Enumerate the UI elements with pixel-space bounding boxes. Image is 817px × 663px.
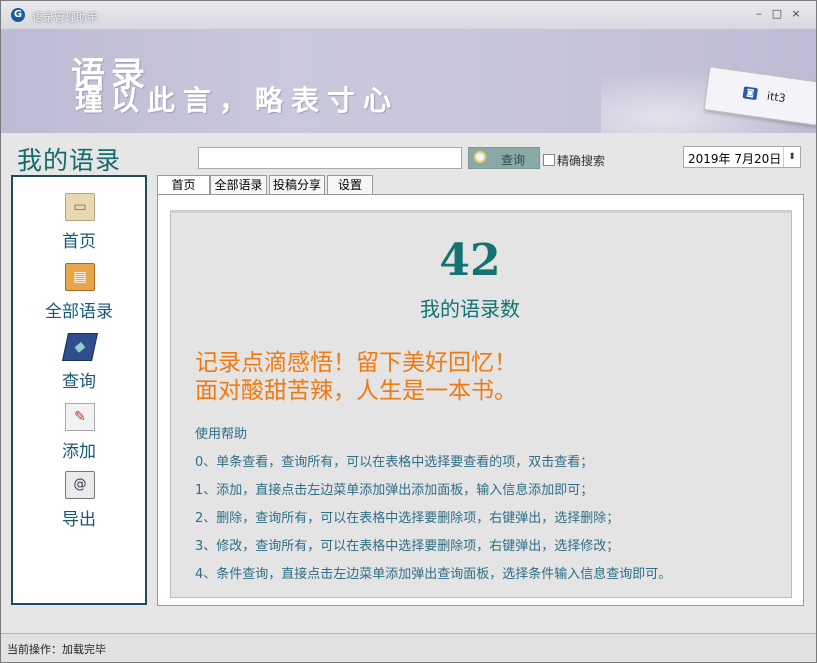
sidebar-item-export[interactable]: @ 导出 bbox=[13, 471, 145, 533]
window-title: 语录管理助手 bbox=[32, 11, 98, 24]
title-bar[interactable]: G 语录管理助手 – □ × bbox=[1, 1, 816, 29]
maximize-button[interactable]: □ bbox=[769, 7, 785, 21]
tab-submit-share[interactable]: 投稿分享 bbox=[269, 175, 325, 195]
slogan-line-2: 面对酸甜苦辣，人生是一本书。 bbox=[195, 378, 517, 404]
query-button-label: 查询 bbox=[501, 153, 526, 167]
sidebar-item-label: 全部语录 bbox=[45, 302, 113, 322]
search-input[interactable] bbox=[198, 147, 462, 169]
sidebar-item-label: 导出 bbox=[62, 510, 96, 530]
status-bar: 当前操作：加载完毕 bbox=[1, 633, 816, 662]
book-search-icon: ◆ bbox=[62, 333, 98, 361]
app-window: G 语录管理助手 – □ × 语录 瑾以此言，略表寸心 ◙ itt3 我的语录 … bbox=[0, 0, 817, 663]
help-item: 4、条件查询，直接点击左边菜单添加弹出查询面板，选择条件输入信息查询即可。 bbox=[195, 567, 672, 582]
minimize-button[interactable]: – bbox=[751, 7, 767, 21]
card-logo-icon: ◙ bbox=[742, 86, 759, 101]
help-item: 2、删除，查询所有，可以在表格中选择要删除项，右键弹出，选择删除； bbox=[195, 511, 620, 526]
sidebar-item-all-quotes[interactable]: ▤ 全部语录 bbox=[13, 263, 145, 325]
help-title: 使用帮助 bbox=[195, 427, 248, 442]
magnifier-icon bbox=[474, 151, 486, 163]
banner-subtitle: 瑾以此言，略表寸心 bbox=[75, 84, 400, 117]
query-button[interactable]: 查询 bbox=[468, 147, 540, 169]
sidebar-item-label: 添加 bbox=[62, 442, 96, 462]
sidebar-item-label: 查询 bbox=[62, 372, 96, 392]
exact-search-checkbox[interactable] bbox=[543, 154, 555, 166]
sidebar-item-query[interactable]: ◆ 查询 bbox=[13, 333, 145, 395]
sidebar-item-home[interactable]: ▭ 首页 bbox=[13, 193, 145, 255]
address-book-icon: @ bbox=[65, 471, 95, 499]
tab-settings[interactable]: 设置 bbox=[327, 175, 373, 195]
quote-count: 42 bbox=[439, 235, 501, 286]
date-value: 2019年 7月20日 bbox=[688, 152, 782, 166]
tab-home[interactable]: 首页 bbox=[157, 175, 210, 195]
header-banner: 语录 瑾以此言，略表寸心 ◙ itt3 bbox=[1, 29, 816, 133]
sidebar-nav: ▭ 首页 ▤ 全部语录 ◆ 查询 ✎ 添加 @ 导出 bbox=[11, 175, 147, 605]
tab-all-quotes[interactable]: 全部语录 bbox=[210, 175, 267, 195]
books-icon: ▤ bbox=[65, 263, 95, 291]
help-item: 0、单条查看，查询所有，可以在表格中选择要查看的项，双击查看； bbox=[195, 455, 594, 470]
help-item: 3、修改，查询所有，可以在表格中选择要删除项，右键弹出，选择修改； bbox=[195, 539, 620, 554]
date-picker[interactable]: 2019年 7月20日 ⬍ bbox=[683, 146, 801, 168]
book-open-icon: ▭ bbox=[65, 193, 95, 221]
card-text: itt3 bbox=[766, 89, 787, 106]
home-content: 42 我的语录数 记录点滴感悟！留下美好回忆！ 面对酸甜苦辣，人生是一本书。 使… bbox=[170, 210, 792, 598]
sidebar-item-label: 首页 bbox=[62, 232, 96, 252]
spin-updown-icon[interactable]: ⬍ bbox=[783, 147, 800, 167]
help-item: 1、添加，直接点击左边菜单添加弹出添加面板，输入信息添加即可； bbox=[195, 483, 594, 498]
pencil-paper-icon: ✎ bbox=[65, 403, 95, 431]
sidebar-item-add[interactable]: ✎ 添加 bbox=[13, 403, 145, 465]
app-logo-icon: G bbox=[11, 8, 25, 22]
tab-panel-home: 42 我的语录数 记录点滴感悟！留下美好回忆！ 面对酸甜苦辣，人生是一本书。 使… bbox=[157, 194, 804, 606]
exact-search-label[interactable]: 精确搜索 bbox=[557, 152, 605, 169]
status-text: 当前操作：加载完毕 bbox=[7, 643, 106, 656]
close-button[interactable]: × bbox=[788, 7, 804, 21]
quote-count-label: 我的语录数 bbox=[420, 297, 520, 321]
page-title: 我的语录 bbox=[17, 146, 122, 175]
